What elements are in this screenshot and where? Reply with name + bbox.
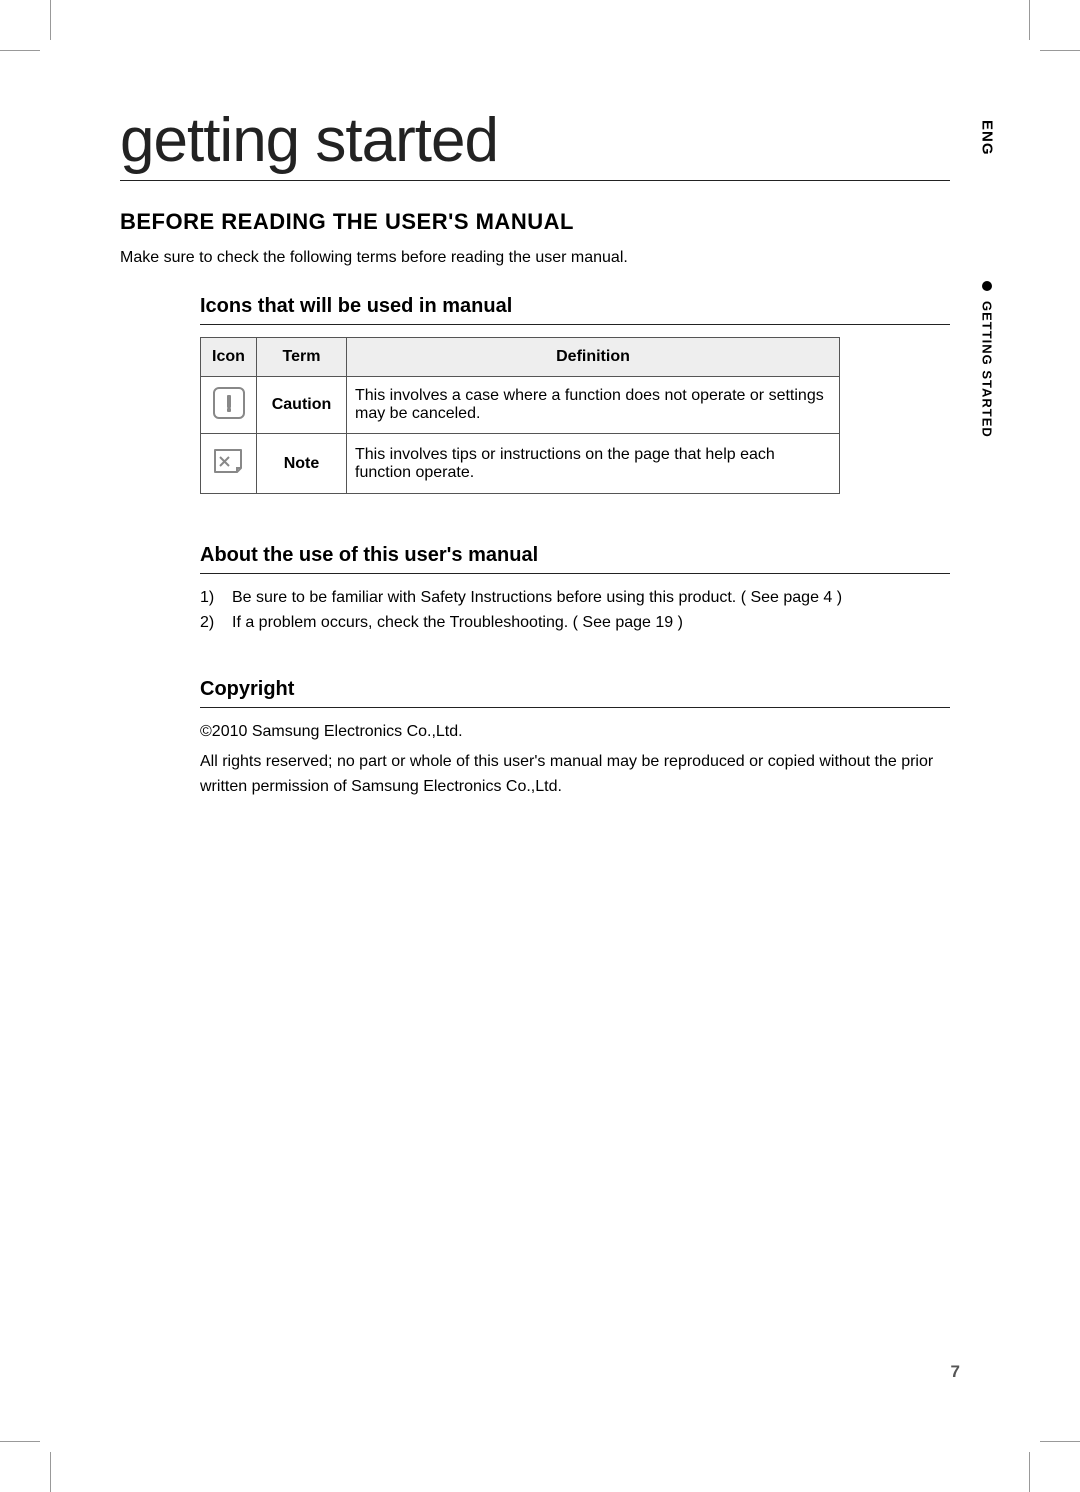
- table-row: Caution This involves a case where a fun…: [201, 377, 840, 434]
- table-row: Note This involves tips or instructions …: [201, 434, 840, 494]
- subsection-heading-about: About the use of this user's manual: [200, 544, 950, 574]
- th-term: Term: [257, 338, 347, 377]
- th-icon: Icon: [201, 338, 257, 377]
- list-number: 1): [200, 586, 222, 611]
- note-icon: [211, 446, 247, 476]
- copyright-text: All rights reserved; no part or whole of…: [200, 750, 950, 800]
- language-badge: ENG: [979, 120, 996, 156]
- term-cell: Caution: [257, 377, 347, 434]
- th-definition: Definition: [347, 338, 840, 377]
- copyright-line: ©2010 Samsung Electronics Co.,Ltd.: [200, 720, 950, 745]
- section-tab: GETTING STARTED: [980, 301, 995, 438]
- page-title: getting started: [120, 105, 950, 181]
- definition-cell: This involves a case where a function do…: [347, 377, 840, 434]
- intro-text: Make sure to check the following terms b…: [120, 249, 950, 267]
- section-heading: BEFORE READING THE USER'S MANUAL: [120, 209, 950, 235]
- page-number: 7: [951, 1362, 960, 1382]
- list-text: Be sure to be familiar with Safety Instr…: [232, 586, 842, 611]
- caution-icon: [213, 387, 245, 419]
- icons-table: Icon Term Definition Caution This involv…: [200, 337, 840, 494]
- list-item: 1) Be sure to be familiar with Safety In…: [200, 586, 950, 611]
- subsection-heading-copyright: Copyright: [200, 678, 950, 708]
- subsection-heading-icons: Icons that will be used in manual: [200, 295, 950, 325]
- term-cell: Note: [257, 434, 347, 494]
- list-number: 2): [200, 611, 222, 636]
- definition-cell: This involves tips or instructions on th…: [347, 434, 840, 494]
- bullet-icon: [982, 281, 992, 291]
- list-item: 2) If a problem occurs, check the Troubl…: [200, 611, 950, 636]
- side-tab: ENG GETTING STARTED: [976, 120, 998, 442]
- list-text: If a problem occurs, check the Troublesh…: [232, 611, 683, 636]
- about-list: 1) Be sure to be familiar with Safety In…: [200, 586, 950, 636]
